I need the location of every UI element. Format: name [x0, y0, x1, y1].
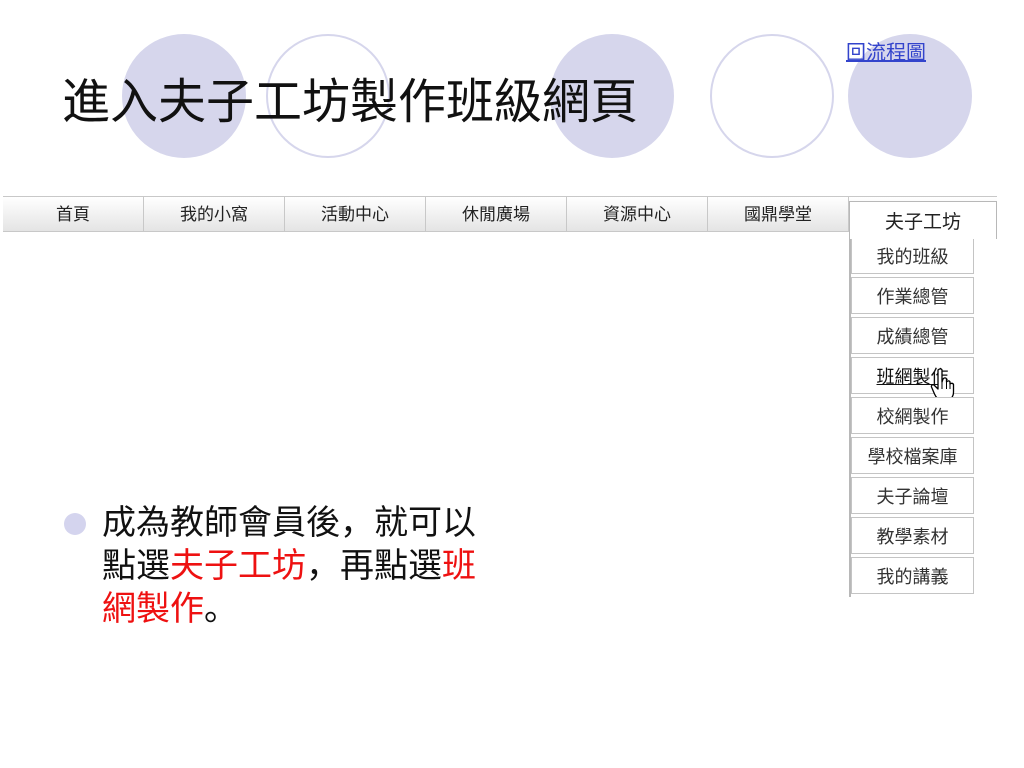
nav-tab-leisure[interactable]: 休閒廣場 [426, 197, 567, 231]
submenu-item-label: 教學素材 [876, 526, 949, 548]
main-nav-bar: 首頁 我的小窩 活動中心 休閒廣場 資源中心 國鼎學堂 夫子工坊 [3, 196, 997, 239]
bullet-dot-icon [64, 513, 86, 535]
bullet-text: 點選 [102, 546, 170, 586]
back-to-flowchart-link[interactable]: 回流程圖 [846, 36, 926, 65]
page-title: 進入夫子工坊製作班級網頁 [62, 74, 639, 130]
submenu-item-label: 作業總管 [876, 286, 949, 308]
teacher-workshop-submenu: 我的班級 作業總管 成績總管 班網製作 校網製作 學校檔案庫 夫子論壇 教學素材… [849, 237, 974, 597]
submenu-item-label: 成績總管 [876, 326, 949, 348]
submenu-item-school-archive[interactable]: 學校檔案庫 [851, 437, 974, 474]
submenu-item-label: 我的講義 [876, 566, 949, 588]
highlight-class-site-part2: 網製作 [102, 589, 204, 629]
submenu-item-grades[interactable]: 成績總管 [851, 317, 974, 354]
submenu-item-my-class[interactable]: 我的班級 [851, 237, 974, 274]
highlight-class-site-part1: 班 [442, 546, 476, 586]
submenu-item-label: 學校檔案庫 [867, 446, 958, 468]
submenu-item-label: 校網製作 [876, 406, 949, 428]
bullet-line-3: 網製作。 [102, 588, 238, 631]
nav-tab-academy[interactable]: 國鼎學堂 [708, 197, 849, 231]
highlight-teacher-workshop: 夫子工坊 [170, 546, 306, 586]
submenu-item-forum[interactable]: 夫子論壇 [851, 477, 974, 514]
submenu-item-school-site[interactable]: 校網製作 [851, 397, 974, 434]
submenu-item-my-handouts[interactable]: 我的講義 [851, 557, 974, 594]
nav-tab-home[interactable]: 首頁 [3, 197, 144, 231]
nav-tab-my-den[interactable]: 我的小窩 [144, 197, 285, 231]
bullet-text: ，再點選 [306, 546, 442, 586]
submenu-item-teaching-materials[interactable]: 教學素材 [851, 517, 974, 554]
bullet-line-2: 點選夫子工坊，再點選班 [102, 545, 476, 588]
submenu-item-homework[interactable]: 作業總管 [851, 277, 974, 314]
submenu-item-class-site[interactable]: 班網製作 [851, 357, 974, 401]
bullet-line-1: 成為教師會員後，就可以 [102, 503, 476, 543]
nav-tab-teacher-workshop[interactable]: 夫子工坊 [849, 201, 997, 239]
submenu-item-label: 我的班級 [876, 246, 949, 268]
bullet-text: 。 [204, 589, 238, 629]
deco-circle-4 [710, 34, 834, 158]
submenu-item-label: 夫子論壇 [876, 486, 949, 508]
nav-tab-activity[interactable]: 活動中心 [285, 197, 426, 231]
nav-tab-resources[interactable]: 資源中心 [567, 197, 708, 231]
